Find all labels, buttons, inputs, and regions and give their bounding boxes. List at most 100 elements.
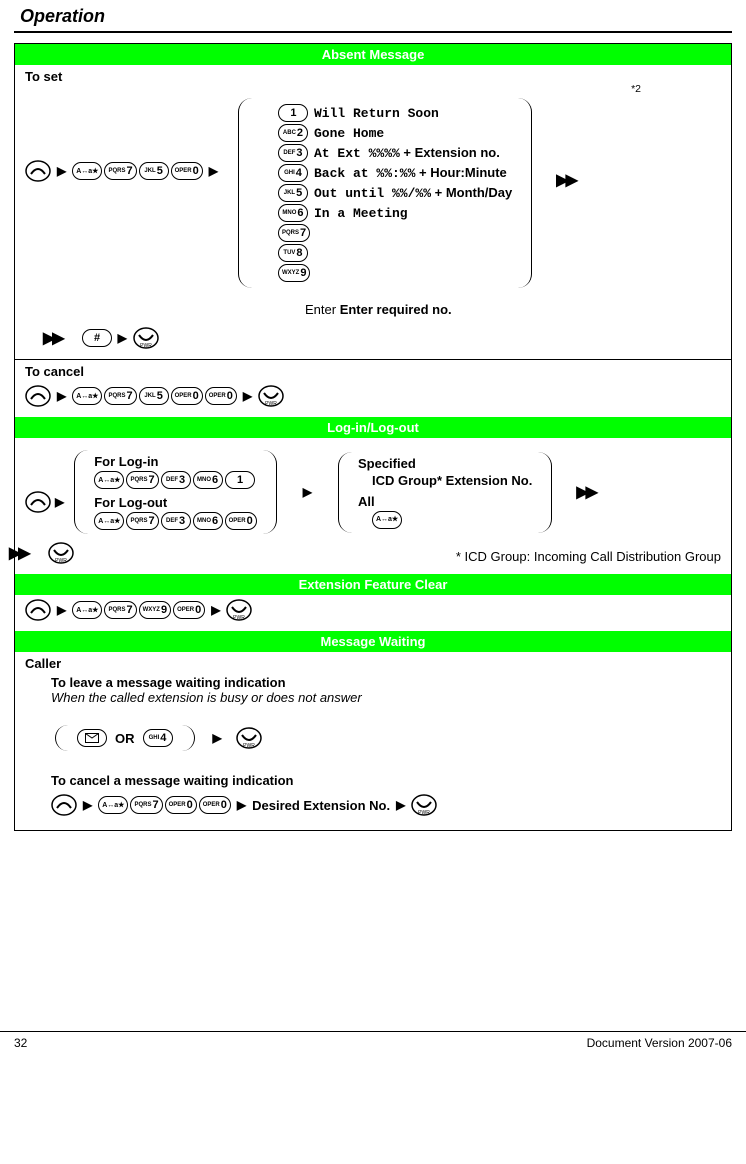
star2-note: *2 [631, 83, 641, 95]
arrow-icon: ▶ [213, 731, 222, 745]
arrow-icon: ▶ [237, 798, 246, 812]
to-cancel-label: To cancel [25, 364, 721, 379]
envelope-icon [85, 733, 99, 743]
key-7: PQRS7 [126, 512, 158, 530]
absent-to-cancel-block: To cancel ▶ A↔a★ PQRS7 JKL5 OPER0 OPER0 … [15, 359, 731, 417]
key-6: MNO6 [193, 471, 223, 489]
key-star: A↔a★ [372, 511, 402, 529]
caller-label: Caller [25, 656, 721, 671]
key-5b: JKL5 [278, 184, 308, 202]
offhook-icon [25, 599, 51, 621]
svg-text:PWR: PWR [140, 343, 152, 349]
key-8: TUV8 [278, 244, 308, 262]
page-title: Operation [20, 6, 732, 27]
specified-sub-label: ICD Group* Extension No. [372, 473, 532, 488]
or-label: OR [115, 731, 135, 746]
key-3: DEF3 [161, 512, 191, 530]
arrow-icon: ▶ [83, 798, 92, 812]
arrow-icon: ▶ [55, 495, 64, 509]
svg-text:PWR: PWR [234, 615, 246, 621]
specified-label: Specified [358, 456, 532, 471]
for-login-label: For Log-in [94, 454, 257, 469]
key-0: OPER0 [173, 601, 205, 619]
onhook-icon: PWR [48, 542, 74, 564]
key-0b: OPER0 [205, 387, 237, 405]
key-0: OPER0 [171, 387, 203, 405]
key-7: PQRS7 [104, 387, 136, 405]
svg-text:PWR: PWR [243, 743, 255, 749]
key-message [77, 729, 107, 747]
for-logout-label: For Log-out [94, 495, 257, 510]
onhook-icon: PWR [133, 327, 159, 349]
arrow-double-icon: ▶▶ [43, 328, 62, 348]
key-0: OPER0 [165, 796, 197, 814]
icd-note: * ICD Group: Incoming Call Distribution … [456, 549, 721, 564]
svg-text:PWR: PWR [419, 810, 431, 816]
leave-sub: When the called extension is busy or doe… [51, 690, 721, 705]
offhook-icon [25, 160, 51, 182]
key-5: JKL5 [139, 162, 169, 180]
arrow-icon: ▶ [57, 389, 66, 403]
key-star: A↔a★ [98, 796, 128, 814]
key-4: GHI4 [278, 164, 308, 182]
key-0: OPER0 [225, 512, 257, 530]
key-1: 1 [278, 104, 308, 122]
section-log: Log-in/Log-out [15, 417, 731, 438]
arrow-icon: ▶ [303, 485, 312, 499]
key-7: PQRS7 [104, 162, 136, 180]
bracket-right [518, 98, 532, 288]
bracket-left [238, 98, 252, 288]
arrow-icon: ▶ [118, 331, 127, 345]
page-number: 32 [14, 1036, 27, 1050]
key-2: ABC2 [278, 124, 308, 142]
leave-title: To leave a message waiting indication [51, 675, 721, 690]
onhook-icon: PWR [226, 599, 252, 621]
onhook-icon: PWR [236, 727, 262, 749]
log-block: ▶ For Log-in A↔a★ PQRS7 DEF3 MNO6 1 [15, 438, 731, 574]
section-absent-message: Absent Message [15, 44, 731, 65]
key-3: DEF3 [278, 144, 308, 162]
msg-6: In a Meeting [314, 206, 408, 221]
msg-3-suffix: + Extension no. [400, 145, 500, 160]
key-hash: # [82, 329, 112, 347]
key-6: MNO6 [193, 512, 223, 530]
doc-version: Document Version 2007-06 [587, 1036, 732, 1050]
main-panel: Absent Message To set *2 ▶ A↔a★ PQRS7 JK… [14, 43, 732, 831]
arrow-icon: ▶ [396, 798, 405, 812]
msg-wait-block: Caller To leave a message waiting indica… [15, 652, 731, 830]
msg-5-code: Out until %%/%% [314, 186, 431, 201]
key-star: A↔a★ [72, 162, 102, 180]
msg-5-suffix: + Month/Day [431, 185, 512, 200]
offhook-icon [25, 491, 51, 513]
arrow-icon: ▶ [209, 164, 218, 178]
key-star: A↔a★ [94, 512, 124, 530]
key-6: MNO6 [278, 204, 308, 222]
msg-1: Will Return Soon [314, 106, 439, 121]
key-star: A↔a★ [72, 601, 102, 619]
key-9: WXYZ9 [139, 601, 171, 619]
key-9: WXYZ9 [278, 264, 310, 282]
msg-4-suffix: + Hour:Minute [415, 165, 506, 180]
all-label: All [358, 494, 532, 509]
arrow-double-icon: ▶▶ [576, 482, 595, 502]
key-7: PQRS7 [126, 471, 158, 489]
to-set-label: To set [25, 69, 721, 84]
page-footer: 32 Document Version 2007-06 [0, 1031, 746, 1050]
svg-text:PWR: PWR [265, 401, 277, 407]
enter-required-label: Enter Enter required no. [305, 302, 721, 317]
arrow-icon: ▶ [243, 389, 252, 403]
key-1: 1 [225, 471, 255, 489]
key-3: DEF3 [161, 471, 191, 489]
offhook-icon [25, 385, 51, 407]
arrow-icon: ▶ [57, 603, 66, 617]
key-4: GHI4 [143, 729, 173, 747]
section-ext-clear: Extension Feature Clear [15, 574, 731, 595]
onhook-icon: PWR [411, 794, 437, 816]
msg-2: Gone Home [314, 126, 384, 141]
arrow-icon: ▶ [211, 603, 220, 617]
key-star: A↔a★ [94, 471, 124, 489]
arrow-double-icon: ▶▶ [556, 170, 575, 190]
arrow-double-icon: ▶▶ [9, 543, 28, 563]
key-0: OPER0 [171, 162, 203, 180]
onhook-icon: PWR [258, 385, 284, 407]
